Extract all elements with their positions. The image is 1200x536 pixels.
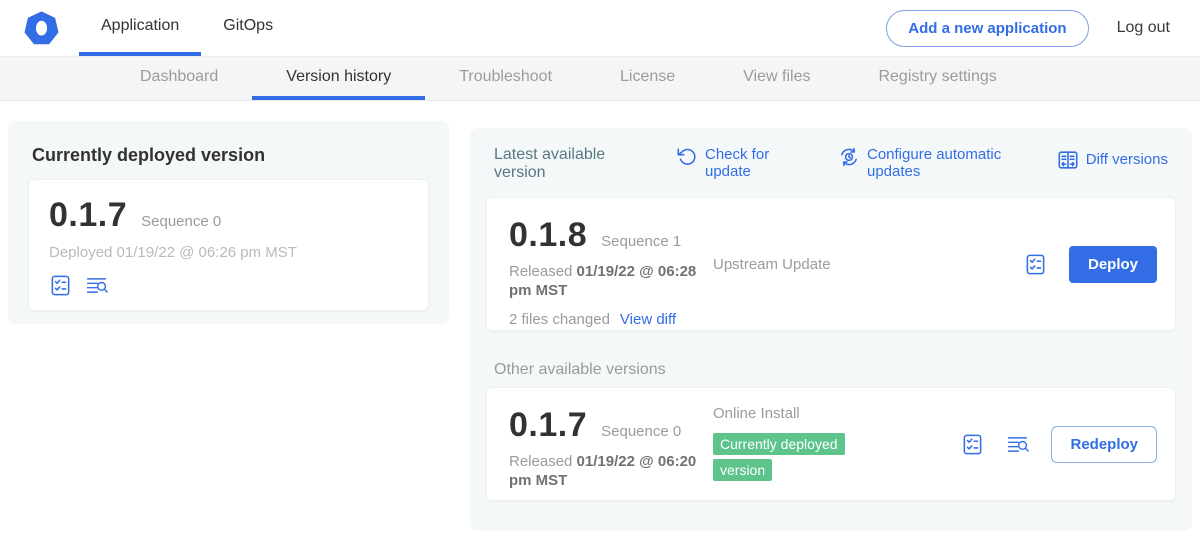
- main-content: Currently deployed version 0.1.7 Sequenc…: [0, 101, 1200, 536]
- view-logs-icon[interactable]: [85, 274, 108, 297]
- top-nav: Application GitOps Add a new application…: [0, 0, 1200, 57]
- subnav-item-license[interactable]: License: [586, 57, 709, 100]
- refresh-icon: [676, 146, 698, 168]
- app-logo-heptagon-icon: [24, 11, 59, 46]
- subnav-item-dashboard[interactable]: Dashboard: [106, 57, 252, 100]
- check-for-update-link[interactable]: Check for update: [676, 146, 788, 181]
- deploy-button[interactable]: Deploy: [1069, 246, 1157, 283]
- tab-gitops[interactable]: GitOps: [201, 0, 295, 56]
- view-diff-link[interactable]: View diff: [620, 311, 676, 328]
- top-nav-right: Add a new application Log out: [886, 0, 1200, 56]
- latest-version-number: 0.1.8: [509, 216, 587, 255]
- diff-versions-link[interactable]: Diff versions: [1057, 149, 1168, 171]
- latest-source-label: Upstream Update: [713, 256, 1024, 273]
- available-versions-panel: Latest available version Check for updat…: [470, 128, 1192, 531]
- diff-versions-label: Diff versions: [1086, 151, 1168, 168]
- other-version-number: 0.1.7: [509, 406, 587, 445]
- diff-versions-icon: [1057, 149, 1079, 171]
- app-logo: [24, 0, 59, 56]
- other-released-timestamp: Released 01/19/22 @ 06:20 pm MST: [509, 453, 704, 491]
- redeploy-button[interactable]: Redeploy: [1051, 426, 1157, 463]
- files-changed-label: 2 files changed: [509, 311, 610, 328]
- tab-application-label: Application: [101, 17, 179, 35]
- subnav-view-files-label: View files: [743, 68, 810, 86]
- subnav-version-history-label: Version history: [286, 68, 391, 86]
- available-panel-header: Latest available version Check for updat…: [486, 142, 1176, 181]
- available-panel-title: Latest available version: [494, 146, 636, 181]
- currently-deployed-panel: Currently deployed version 0.1.7 Sequenc…: [8, 121, 449, 324]
- subnav-registry-settings-label: Registry settings: [878, 68, 996, 86]
- subnav-troubleshoot-label: Troubleshoot: [459, 68, 552, 86]
- other-version-card: 0.1.7 Sequence 0 Released 01/19/22 @ 06:…: [486, 387, 1176, 501]
- tab-application[interactable]: Application: [79, 0, 201, 56]
- subnav-item-view-files[interactable]: View files: [709, 57, 844, 100]
- auto-update-clock-icon: [838, 146, 860, 168]
- tab-gitops-label: GitOps: [223, 17, 273, 35]
- subnav-item-registry-settings[interactable]: Registry settings: [844, 57, 1030, 100]
- config-checklist-icon[interactable]: [49, 274, 72, 297]
- sub-nav: Dashboard Version history Troubleshoot L…: [0, 57, 1200, 101]
- deployed-timestamp: Deployed 01/19/22 @ 06:26 pm MST: [49, 244, 408, 261]
- deployed-version-card: 0.1.7 Sequence 0 Deployed 01/19/22 @ 06:…: [28, 179, 429, 311]
- subnav-item-version-history[interactable]: Version history: [252, 57, 425, 100]
- check-for-update-label: Check for update: [705, 146, 788, 181]
- view-logs-icon[interactable]: [1006, 433, 1029, 456]
- latest-sequence: Sequence 1: [601, 233, 681, 250]
- deployed-sequence: Sequence 0: [141, 213, 221, 230]
- subnav-license-label: License: [620, 68, 675, 86]
- deployed-panel-title: Currently deployed version: [32, 145, 429, 166]
- configure-automatic-updates-link[interactable]: Configure automatic updates: [838, 146, 1006, 181]
- currently-deployed-badge: Currently deployed version: [713, 433, 845, 482]
- subnav-dashboard-label: Dashboard: [140, 68, 218, 86]
- other-sequence: Sequence 0: [601, 423, 681, 440]
- subnav-item-troubleshoot[interactable]: Troubleshoot: [425, 57, 586, 100]
- install-type-label: Online Install: [713, 405, 961, 422]
- deployed-version-number: 0.1.7: [49, 196, 127, 235]
- configure-automatic-updates-label: Configure automatic updates: [867, 146, 1006, 181]
- latest-version-card: 0.1.8 Sequence 1 Released 01/19/22 @ 06:…: [486, 197, 1176, 331]
- logout-link[interactable]: Log out: [1117, 19, 1170, 37]
- config-checklist-icon[interactable]: [1024, 253, 1047, 276]
- config-checklist-icon[interactable]: [961, 433, 984, 456]
- other-versions-title: Other available versions: [494, 361, 1176, 379]
- app-window: Application GitOps Add a new application…: [0, 0, 1200, 536]
- latest-released-timestamp: Released 01/19/22 @ 06:28 pm MST: [509, 263, 704, 301]
- add-application-button[interactable]: Add a new application: [886, 10, 1088, 47]
